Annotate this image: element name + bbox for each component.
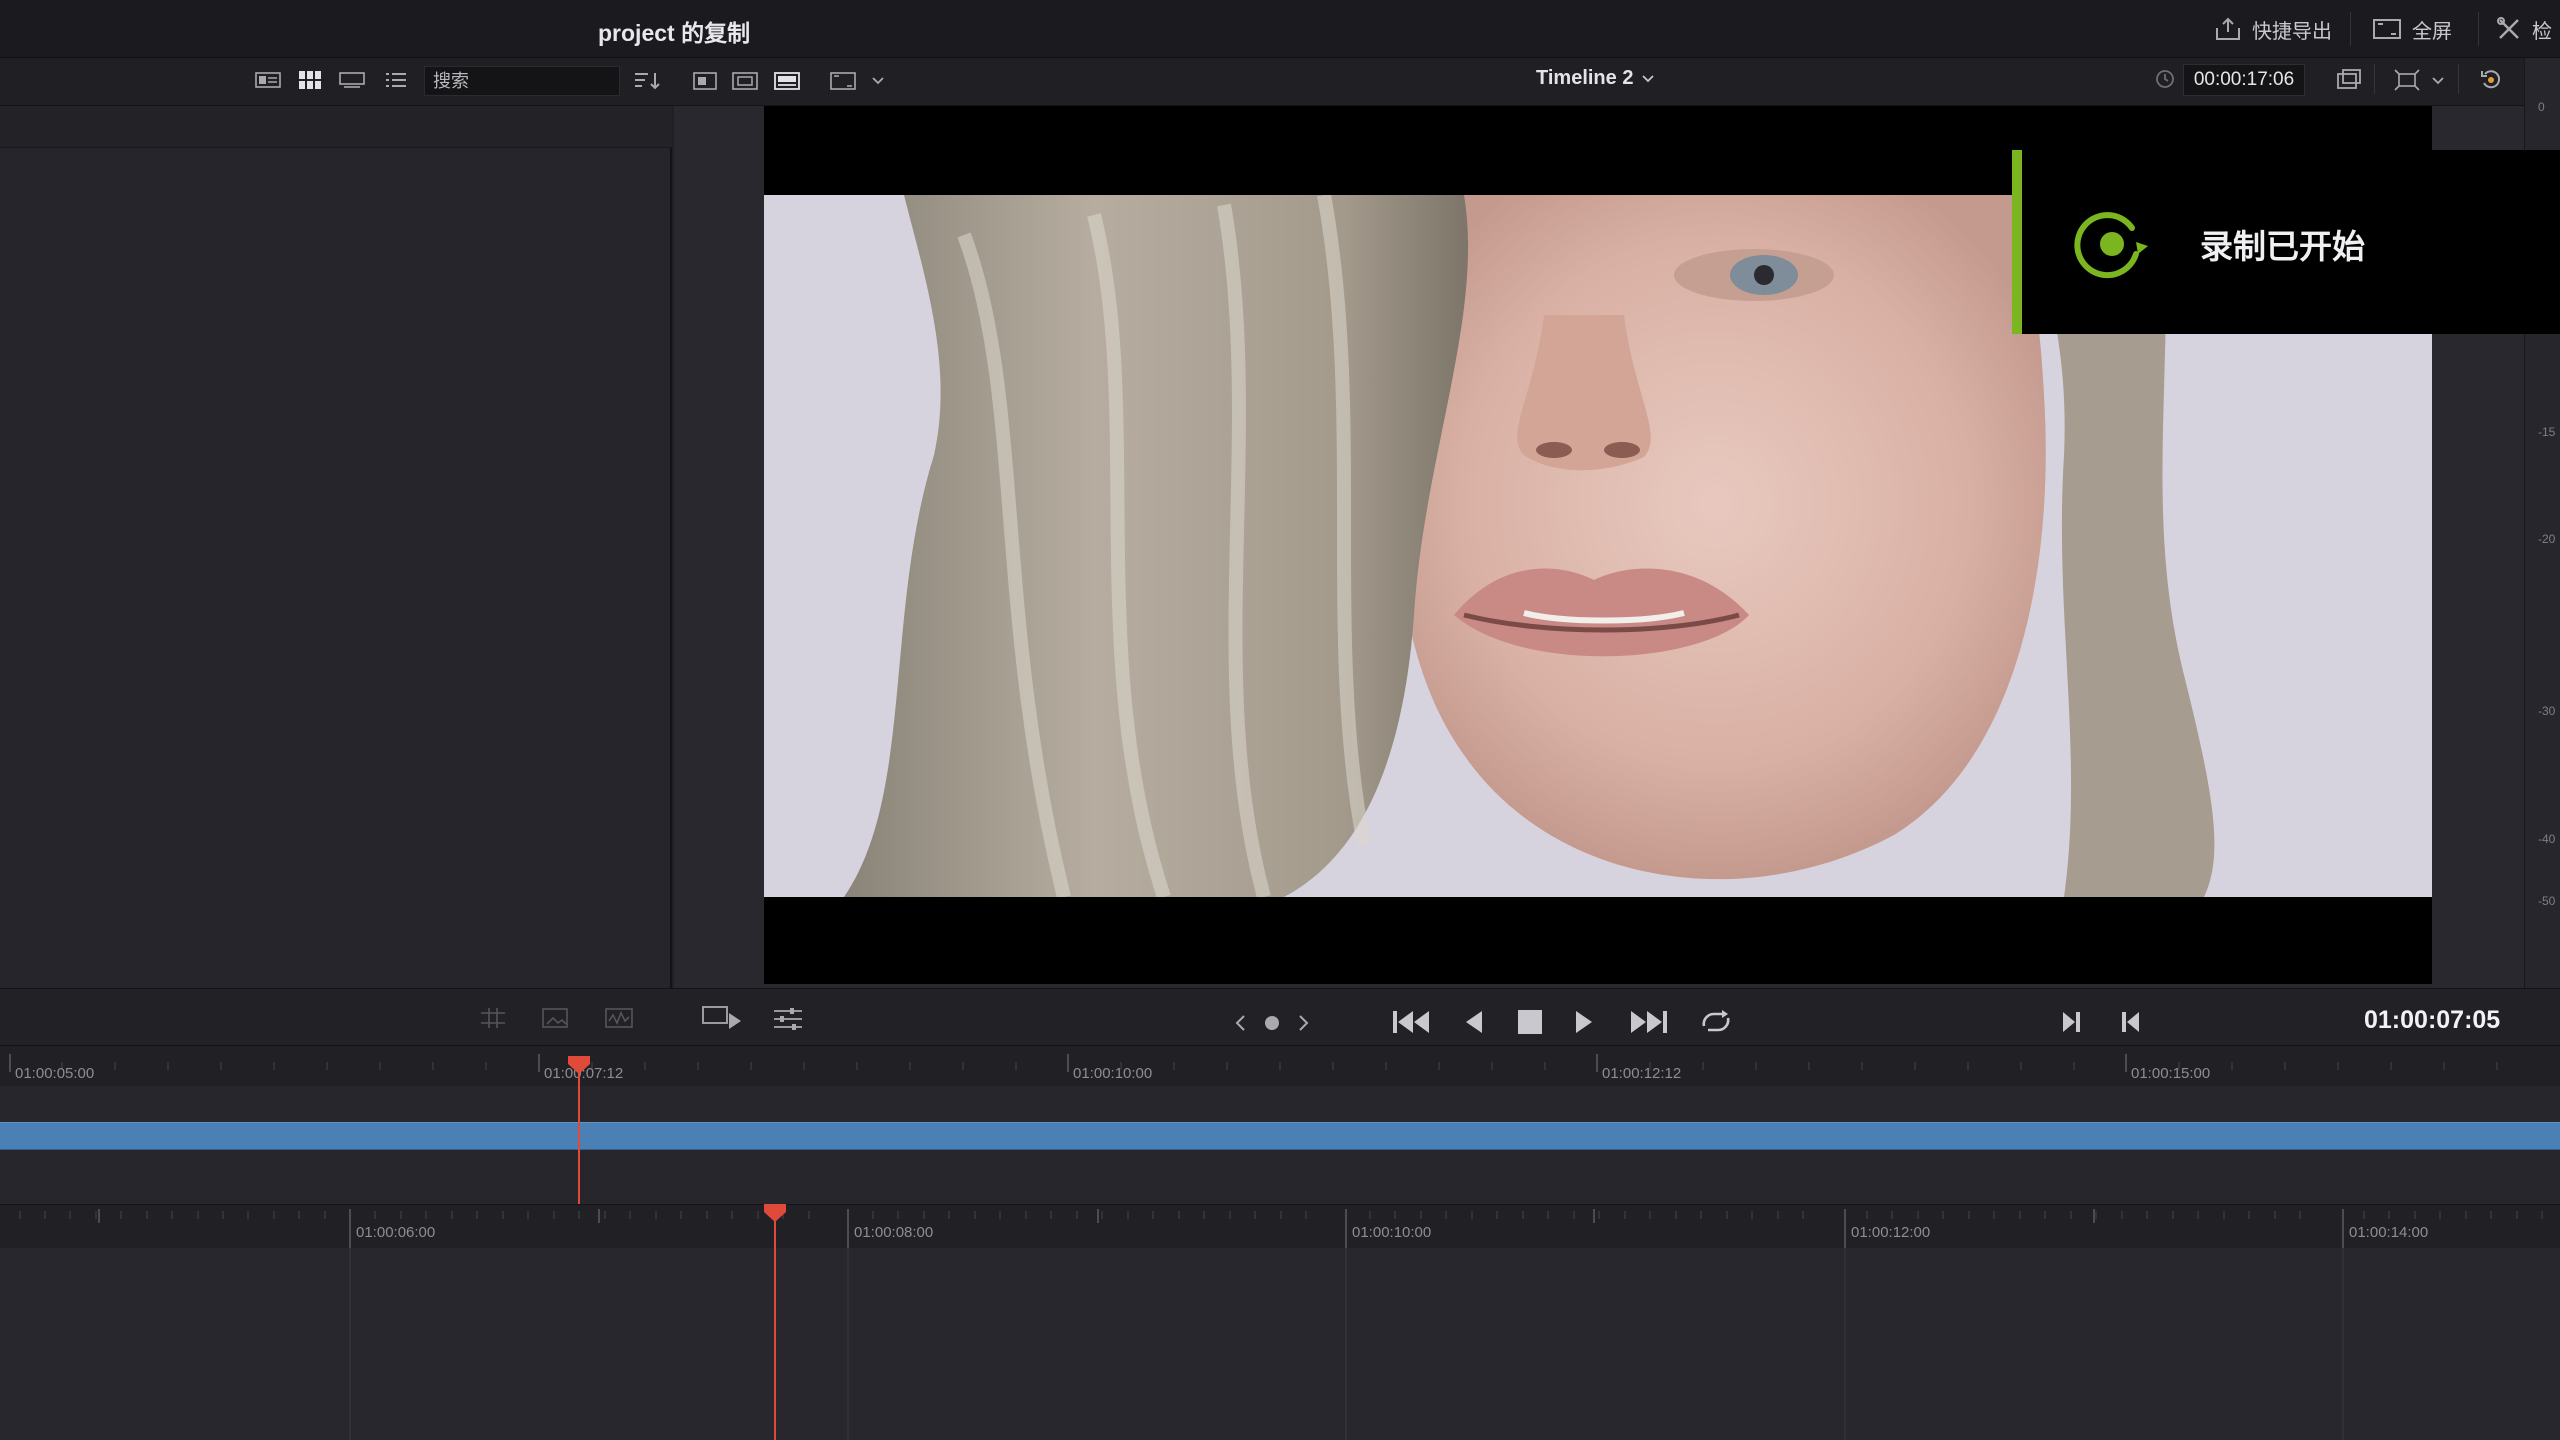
meter-label: -50 <box>2538 894 2556 908</box>
playback-settings-icon[interactable] <box>2332 64 2366 96</box>
play-icon[interactable] <box>1566 1004 1602 1040</box>
chevron-left-icon[interactable] <box>1230 1008 1252 1038</box>
search-input[interactable] <box>424 66 620 96</box>
timeline-duration: 00:00:17:06 <box>2183 64 2305 96</box>
inspector-label: 检 <box>2532 20 2552 43</box>
meter-label: -40 <box>2538 832 2556 846</box>
ruler-label: 01:00:10:00 <box>1073 1065 1153 1082</box>
notification-accent-bar <box>2012 150 2022 334</box>
ruler-label: 01:00:10:00 <box>1352 1224 1432 1241</box>
ruler-label: 01:00:12:12 <box>1602 1065 1682 1082</box>
ruler-label: 01:00:14:00 <box>2349 1224 2429 1241</box>
ruler-label: 01:00:12:00 <box>1851 1224 1931 1241</box>
image-view-icon[interactable] <box>540 1004 570 1032</box>
fullscreen-icon <box>2372 17 2402 41</box>
toolbar-divider <box>2374 64 2375 94</box>
track-gridlines <box>349 1248 2344 1440</box>
timeline-clip[interactable] <box>0 1122 2560 1150</box>
meter-label: 0 <box>2538 100 2545 114</box>
loop-icon[interactable] <box>1696 1004 1736 1040</box>
export-icon <box>2214 16 2242 42</box>
media-pool-panel[interactable] <box>0 106 672 988</box>
record-icon <box>2070 202 2156 286</box>
ruler-label: 01:00:08:00 <box>854 1224 934 1241</box>
waveform-icon[interactable] <box>604 1004 634 1032</box>
fullscreen-label: 全屏 <box>2412 20 2452 43</box>
media-pool-header <box>0 106 672 148</box>
quick-export-label: 快捷导出 <box>2252 20 2332 43</box>
current-timecode: 01:00:07:05 <box>2364 1006 2501 1034</box>
split-viewer-icon[interactable] <box>772 66 802 96</box>
inspector-button[interactable]: 检 <box>2496 14 2552 44</box>
timeline-name: Timeline 2 <box>1536 67 1634 89</box>
timeline-selector[interactable]: Timeline 2 <box>1536 67 1655 90</box>
refresh-icon[interactable] <box>2474 64 2508 96</box>
ruler-label: 01:00:15:00 <box>2131 1065 2211 1082</box>
project-title: project 的复制 <box>598 20 751 46</box>
sliders-icon[interactable] <box>770 1004 806 1034</box>
playhead-line <box>774 1218 776 1440</box>
jump-to-end-icon[interactable] <box>1626 1004 1670 1040</box>
source-viewer-icon[interactable] <box>690 66 720 96</box>
notification-message: 录制已开始 <box>2200 228 2365 265</box>
thumbnail-view-icon[interactable] <box>296 68 324 92</box>
chevron-right-icon[interactable] <box>1292 1008 1314 1038</box>
meter-label: -20 <box>2538 532 2556 546</box>
timeline-viewer-icon[interactable] <box>730 66 760 96</box>
sort-icon[interactable] <box>630 66 664 96</box>
chevron-down-icon <box>1641 74 1655 84</box>
tools-icon <box>2496 16 2522 42</box>
jump-to-start-icon[interactable] <box>1390 1004 1434 1040</box>
playhead-line <box>578 1070 580 1204</box>
toolbar-divider <box>2350 12 2351 46</box>
strip-view-icon[interactable] <box>338 68 366 92</box>
zoom-fit-icon[interactable] <box>2390 64 2424 96</box>
mark-out-icon[interactable] <box>2056 1004 2086 1040</box>
toolbar-divider <box>2478 12 2479 46</box>
insert-clip-icon[interactable] <box>700 1002 746 1034</box>
meter-label: -15 <box>2538 425 2556 439</box>
ruler-label: 01:00:06:00 <box>356 1224 436 1241</box>
quick-export-button[interactable]: 快捷导出 <box>2214 14 2332 44</box>
fullscreen-button[interactable]: 全屏 <box>2372 14 2452 44</box>
chevron-down-icon[interactable] <box>2428 70 2448 92</box>
safe-area-icon[interactable] <box>828 66 858 96</box>
meter-label: -30 <box>2538 704 2556 718</box>
lower-track-area[interactable] <box>0 1248 2560 1440</box>
keyframe-dot-icon[interactable] <box>1260 1008 1284 1038</box>
toolbar-divider <box>2458 64 2459 94</box>
clock-icon <box>2152 66 2178 92</box>
mark-in-icon[interactable] <box>2116 1004 2146 1040</box>
play-reverse-icon[interactable] <box>1456 1004 1492 1040</box>
metadata-view-icon[interactable] <box>254 68 282 92</box>
chevron-down-icon[interactable] <box>868 70 888 92</box>
title-bar <box>0 0 2560 58</box>
grid-icon[interactable] <box>478 1004 508 1032</box>
list-view-icon[interactable] <box>382 68 410 92</box>
ruler-label: 01:00:05:00 <box>15 1065 95 1082</box>
stop-icon[interactable] <box>1512 1004 1548 1040</box>
